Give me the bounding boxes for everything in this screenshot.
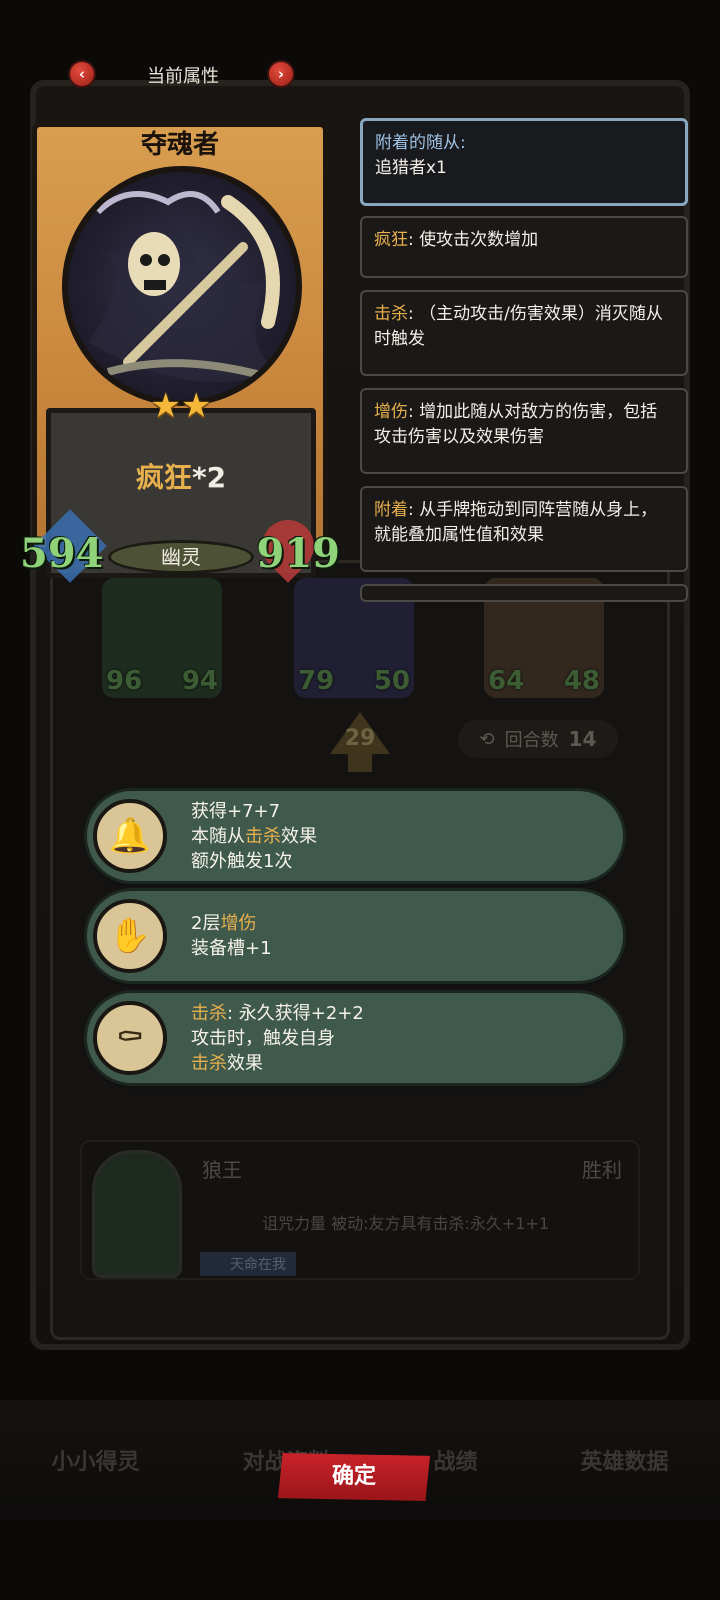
attribute-header: ‹ 当前属性 › bbox=[0, 58, 720, 94]
upgrade-count: 29 bbox=[344, 726, 376, 751]
prev-arrow-button[interactable]: ‹ bbox=[68, 60, 96, 88]
equipment-description: 2层增伤 装备槽+1 bbox=[191, 911, 272, 961]
gauntlet-icon: ✋ bbox=[93, 899, 167, 973]
attack-value: 594 bbox=[20, 530, 104, 577]
health-value: 919 bbox=[256, 530, 341, 577]
bell-icon: 🔔 bbox=[93, 799, 167, 873]
tooltip-keyword: 增伤 bbox=[374, 402, 408, 422]
chevron-left-icon: ‹ bbox=[78, 65, 86, 83]
enemy-name: 狼王 bbox=[202, 1158, 242, 1182]
equipment-item[interactable]: ✋ 2层增伤 装备槽+1 bbox=[84, 888, 626, 984]
page-title: 当前属性 bbox=[147, 66, 219, 87]
effect-multiplier: *2 bbox=[191, 461, 227, 494]
card-effect: 疯狂*2 bbox=[46, 456, 316, 496]
rounds-label: 回合数 bbox=[504, 730, 559, 751]
reaper-portrait bbox=[62, 166, 302, 406]
tooltip-keyword: 疯狂 bbox=[374, 230, 408, 250]
background-minion: 96 94 bbox=[102, 578, 222, 698]
tooltip-text: : （主动攻击/伤害效果）消灭随从时触发 bbox=[374, 304, 663, 349]
enemy-portrait bbox=[92, 1150, 182, 1278]
tooltip-keyword: 附着 bbox=[374, 500, 408, 520]
equipment-line: 本随从击杀效果 bbox=[191, 826, 317, 847]
tooltip-kill: 击杀: （主动攻击/伤害效果）消灭随从时触发 bbox=[360, 290, 688, 376]
enemy-panel: 狼王 胜利 诅咒力量 被动:友方具有击杀:永久+1+1 天命在我 bbox=[80, 1140, 640, 1280]
equipment-line: 额外触发1次 bbox=[191, 851, 293, 872]
enemy-result: 胜利 bbox=[582, 1158, 622, 1182]
equipment-description: 击杀: 永久获得+2+2 攻击时，触发自身 击杀效果 bbox=[191, 1001, 364, 1076]
minion-card: 夺魂者 ★★ 疯狂*2 594 幽灵 919 bbox=[20, 116, 340, 586]
tooltip-keyword: 击杀 bbox=[374, 304, 408, 324]
tab: 战绩 bbox=[433, 1449, 478, 1475]
equipment-line: 攻击时，触发自身 bbox=[191, 1028, 335, 1049]
tooltip-partial bbox=[360, 584, 688, 602]
equipment-item[interactable]: 🔔 获得+7+7 本随从击杀效果 额外触发1次 bbox=[84, 788, 626, 884]
enemy-tag: 天命在我 bbox=[200, 1252, 296, 1276]
rounds-counter: ⟲ 回合数 14 bbox=[458, 720, 618, 758]
effect-name: 疯狂 bbox=[135, 461, 192, 494]
card-stats: 594 幽灵 919 bbox=[20, 509, 341, 586]
card-type: 幽灵 bbox=[108, 540, 254, 574]
equipment-line: 击杀效果 bbox=[191, 1053, 263, 1074]
equipment-line: 击杀: 永久获得+2+2 bbox=[191, 1003, 364, 1024]
confirm-button[interactable]: 确定 bbox=[278, 1453, 430, 1501]
tooltip-keyword: 附着的随从: bbox=[375, 133, 466, 153]
equipment-line: 2层增伤 bbox=[191, 913, 257, 934]
chevron-right-icon: › bbox=[277, 65, 285, 83]
equipment-line: 获得+7+7 bbox=[191, 801, 281, 822]
tooltip-frenzy: 疯狂: 使攻击次数增加 bbox=[360, 216, 688, 278]
tab: 小小得灵 bbox=[51, 1449, 140, 1475]
card-name: 夺魂者 bbox=[140, 130, 219, 160]
tab: 英雄数据 bbox=[580, 1449, 669, 1475]
tooltip-text: : 增加此随从对敌方的伤害，包括攻击伤害以及效果伤害 bbox=[374, 402, 658, 447]
refresh-icon: ⟲ bbox=[479, 728, 495, 750]
tooltip-attach: 附着: 从手牌拖动到同阵营随从身上，就能叠加属性值和效果 bbox=[360, 486, 688, 572]
tooltip-damage-boost: 增伤: 增加此随从对敌方的伤害，包括攻击伤害以及效果伤害 bbox=[360, 388, 688, 474]
tooltip-attached: 附着的随从: 追猎者x1 bbox=[360, 118, 688, 206]
reaper-art-icon bbox=[88, 191, 280, 382]
tooltip-text: 追猎者x1 bbox=[375, 158, 447, 178]
equipment-item[interactable]: ⚰ 击杀: 永久获得+2+2 攻击时，触发自身 击杀效果 bbox=[84, 990, 626, 1086]
tooltip-text: : 从手牌拖动到同阵营随从身上，就能叠加属性值和效果 bbox=[374, 500, 658, 545]
enemy-passive: 诅咒力量 被动:友方具有击杀:永久+1+1 bbox=[262, 1214, 550, 1233]
next-arrow-button[interactable]: › bbox=[267, 60, 295, 88]
rounds-value: 14 bbox=[568, 727, 597, 751]
equipment-line: 装备槽+1 bbox=[191, 938, 272, 959]
star-rating-icon: ★★ bbox=[150, 386, 212, 426]
equipment-description: 获得+7+7 本随从击杀效果 额外触发1次 bbox=[191, 799, 317, 874]
scythe-icon: ⚰ bbox=[93, 1001, 167, 1075]
tooltip-text: : 使攻击次数增加 bbox=[408, 230, 539, 250]
